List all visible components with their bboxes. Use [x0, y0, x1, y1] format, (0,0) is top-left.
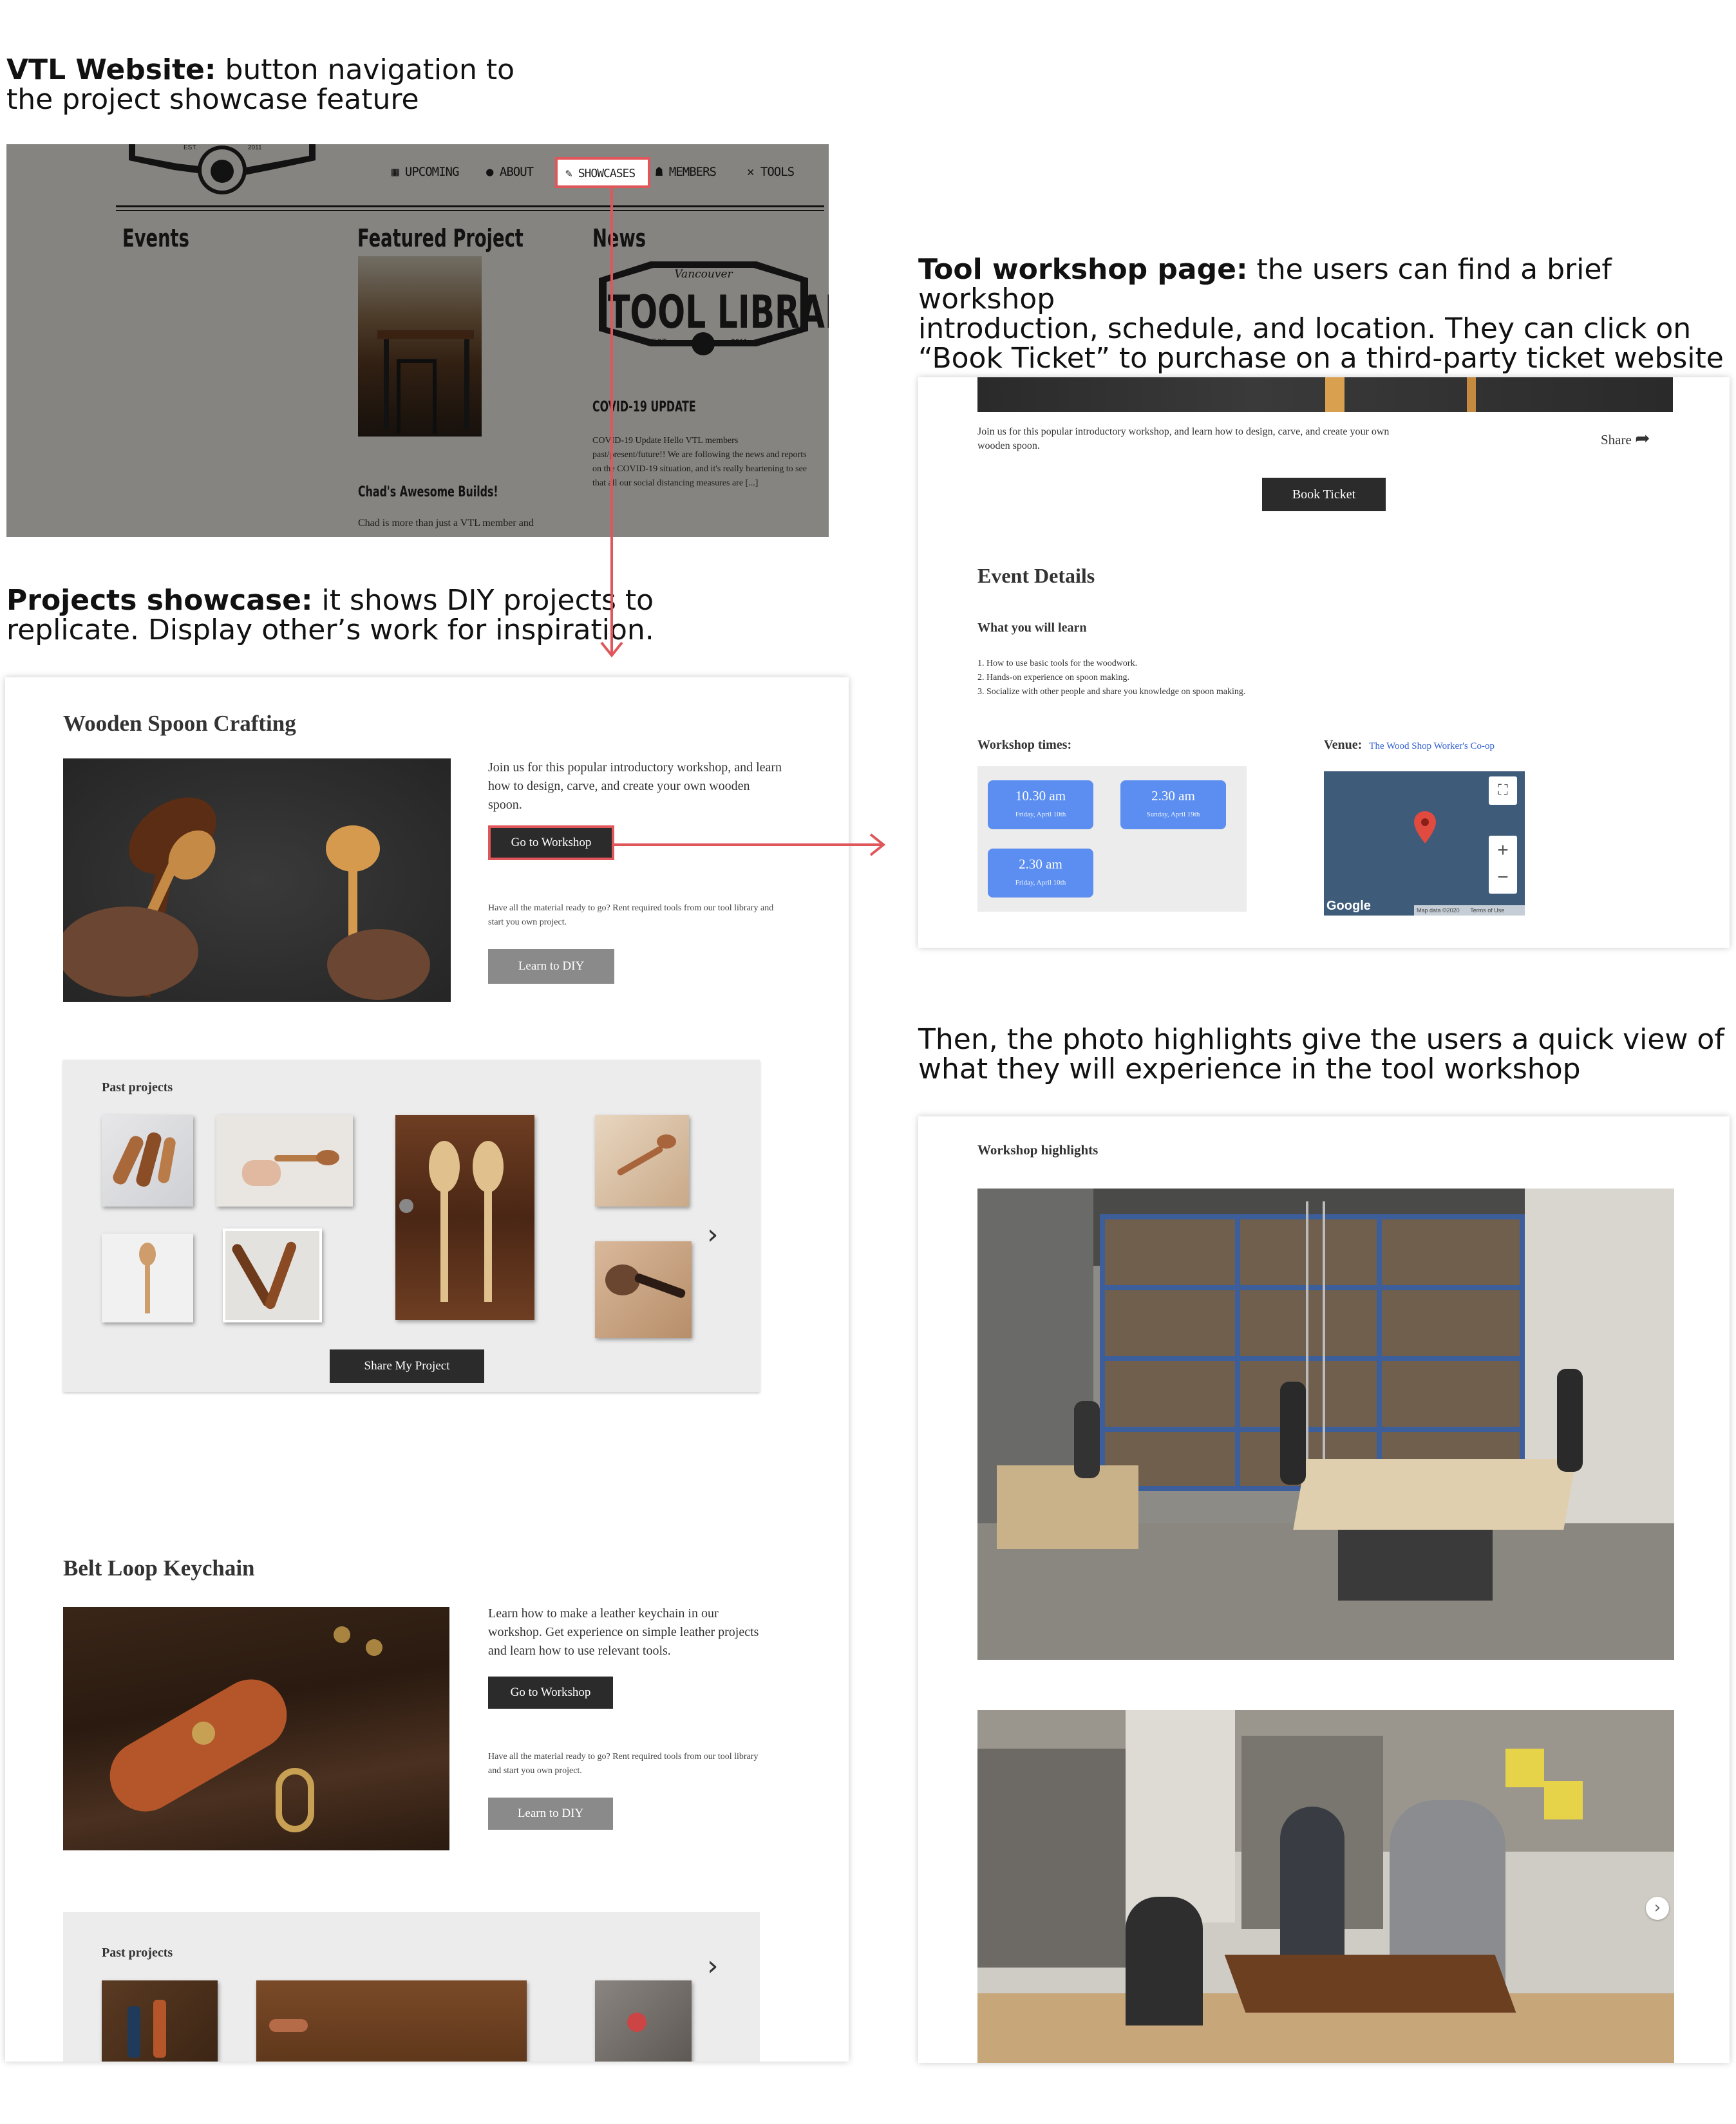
workshop-highlights-title: Workshop highlights — [977, 1142, 1099, 1158]
caption-projects-showcase: Projects showcase: it shows DIY projects… — [6, 584, 654, 646]
venue-map[interactable]: ⛶ + − Google Map data ©2020 Terms of Use — [1324, 771, 1525, 916]
google-logo: Google — [1326, 899, 1371, 913]
workshop-photo — [977, 1189, 1674, 1660]
caption-tool-workshop: Tool workshop page: the users can find a… — [918, 253, 1724, 375]
learn-item: 1. How to use basic tools for the woodwo… — [977, 659, 1138, 668]
event-details-heading: Event Details — [977, 564, 1095, 587]
workshop-times-panel: 10.30 am Friday, April 10th 2.30 am Sund… — [977, 766, 1247, 912]
workshop-times-label: Workshop times: — [977, 738, 1072, 752]
arrow-to-showcase — [600, 187, 623, 658]
project-title: Wooden Spoon Crafting — [63, 711, 296, 736]
map-pin-icon[interactable] — [1414, 811, 1436, 847]
book-ticket-button[interactable]: Book Ticket — [1262, 478, 1386, 511]
workshop-photo: › — [977, 1710, 1674, 2063]
past-project-thumbnail[interactable] — [256, 1980, 527, 2062]
project-description: Join us for this popular introductory wo… — [488, 760, 782, 812]
time-slot-button[interactable]: 2.30 am Sunday, April 19th — [1120, 780, 1226, 829]
what-you-will-learn-heading: What you will learn — [977, 621, 1087, 635]
diy-description: Have all the material ready to go? Rent … — [488, 1752, 759, 1776]
belt-loop-keychain-image — [63, 1607, 449, 1850]
past-projects-label: Past projects — [102, 1080, 173, 1095]
zoom-out-button[interactable]: − — [1489, 865, 1517, 894]
fullscreen-icon[interactable]: ⛶ — [1489, 776, 1517, 805]
dim-overlay — [6, 144, 829, 537]
project-description: Learn how to make a leather keychain in … — [488, 1606, 759, 1658]
learn-to-diy-button[interactable]: Learn to DIY — [488, 949, 614, 984]
learn-item: 3. Socialize with other people and share… — [977, 687, 1246, 697]
tool-workshop-page-card: Join us for this popular introductory wo… — [918, 377, 1730, 948]
zoom-in-button[interactable]: + — [1489, 836, 1517, 865]
map-terms-link[interactable]: Terms of Use — [1470, 907, 1504, 914]
past-project-thumbnail[interactable] — [595, 1115, 689, 1207]
past-project-thumbnail[interactable] — [102, 1980, 218, 2062]
past-projects-panel: Past projects › — [63, 1912, 760, 2062]
vtl-website-screenshot: EST. 2011 ▦ UPCOMING ● ABOUT ✎ SHOWCASES… — [6, 144, 829, 537]
caption-photo-highlights: Then, the photo highlights give the user… — [918, 1023, 1724, 1085]
learn-list: 1. How to use basic tools for the woodwo… — [977, 657, 1245, 699]
share-arrow-icon: ➦ — [1635, 428, 1650, 449]
workshop-highlights-card: Workshop highlights › — [918, 1116, 1730, 2063]
past-project-thumbnail[interactable] — [223, 1228, 322, 1322]
past-project-thumbnail[interactable] — [595, 1980, 692, 2062]
venue-link[interactable]: The Wood Shop Worker's Co-op — [1369, 741, 1495, 751]
learn-to-diy-button[interactable]: Learn to DIY — [488, 1798, 613, 1830]
chevron-right-icon[interactable]: › — [707, 1950, 719, 1982]
workshop-intro: Join us for this popular introductory wo… — [977, 426, 1390, 451]
past-project-thumbnail[interactable] — [395, 1115, 534, 1320]
map-attribution: Map data ©2020 Terms of Use — [1414, 905, 1525, 916]
past-project-thumbnail[interactable] — [595, 1241, 692, 1338]
pencil-icon: ✎ — [565, 167, 572, 180]
wooden-spoon-image — [63, 758, 451, 1002]
caption-vtl-website: VTL Website: button navigation to the pr… — [6, 53, 515, 116]
past-projects-panel: Past projects › Share My Project — [63, 1060, 760, 1392]
past-projects-label: Past projects — [102, 1946, 173, 1960]
map-zoom-control: + − — [1489, 836, 1517, 894]
venue: Venue: The Wood Shop Worker's Co-op — [1324, 738, 1495, 753]
nav-item-showcases-highlight[interactable]: ✎ SHOWCASES — [555, 157, 650, 188]
share-button[interactable]: Share ➦ — [1601, 428, 1650, 449]
projects-showcase-card: Wooden Spoon Crafting Join us for this p… — [5, 677, 849, 2062]
chevron-right-icon[interactable]: › — [1646, 1897, 1669, 1920]
diy-description: Have all the material ready to go? Rent … — [488, 903, 774, 927]
chevron-right-icon[interactable]: › — [707, 1218, 719, 1251]
time-slot-button[interactable]: 10.30 am Friday, April 10th — [988, 780, 1093, 829]
project-title: Belt Loop Keychain — [63, 1555, 255, 1581]
past-project-thumbnail[interactable] — [102, 1115, 193, 1207]
go-to-workshop-button[interactable]: Go to Workshop — [488, 825, 614, 860]
past-project-thumbnail[interactable] — [102, 1234, 193, 1322]
learn-item: 2. Hands-on experience on spoon making. — [977, 673, 1129, 682]
share-my-project-button[interactable]: Share My Project — [330, 1349, 484, 1383]
past-project-thumbnail[interactable] — [216, 1115, 353, 1207]
arrow-to-workshop — [613, 833, 886, 856]
time-slot-button[interactable]: 2.30 am Friday, April 10th — [988, 849, 1093, 898]
go-to-workshop-button[interactable]: Go to Workshop — [488, 1677, 613, 1709]
workshop-hero-image — [977, 377, 1673, 412]
venue-label: Venue: — [1324, 738, 1363, 752]
